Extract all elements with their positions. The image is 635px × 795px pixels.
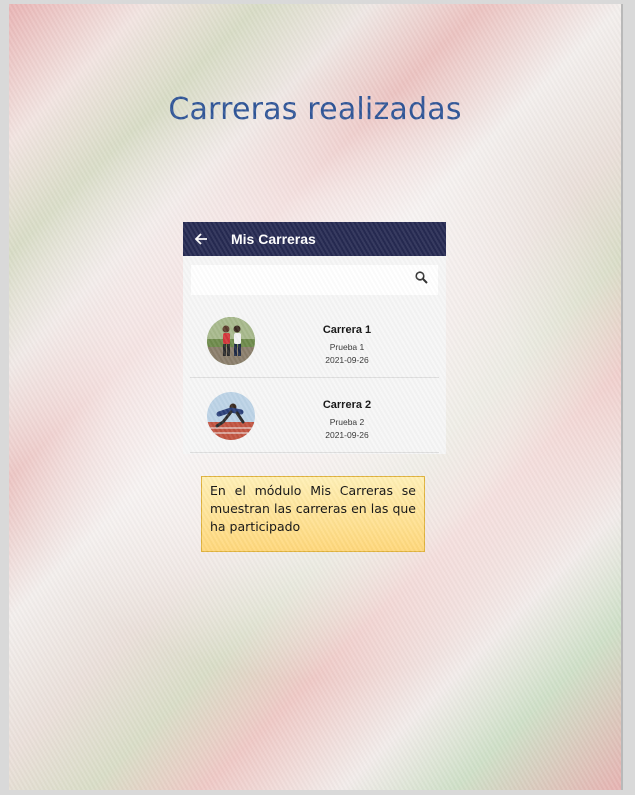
app-title: Mis Carreras — [231, 231, 316, 247]
list-item[interactable]: Carrera 1 Prueba 1 2021-09-26 — [190, 303, 439, 378]
race-title: Carrera 1 — [322, 324, 372, 336]
search-icon[interactable] — [415, 271, 428, 289]
document-title: Carreras realizadas — [168, 92, 462, 127]
race-subtitle: Prueba 2 — [329, 417, 365, 427]
back-arrow-icon[interactable] — [195, 232, 209, 246]
race-avatar — [207, 392, 255, 440]
race-subtitle: Prueba 1 — [329, 342, 365, 352]
race-title: Carrera 2 — [322, 399, 372, 411]
document-page: Carreras realizadas Mis Carreras Carrera… — [9, 4, 623, 790]
list-item[interactable]: Carrera 2 Prueba 2 2021-09-26 — [190, 378, 439, 453]
race-date: 2021-09-26 — [325, 355, 369, 365]
search-input[interactable] — [191, 264, 415, 296]
race-avatar — [207, 317, 255, 365]
callout-note: En el módulo Mis Carreras se muestran la… — [201, 476, 425, 552]
search-bar[interactable] — [191, 264, 438, 296]
phone-screenshot: Mis Carreras Carrera 1 Prueba 1 2021-09-… — [183, 222, 446, 454]
app-bar: Mis Carreras — [183, 222, 446, 256]
race-date: 2021-09-26 — [325, 430, 369, 440]
